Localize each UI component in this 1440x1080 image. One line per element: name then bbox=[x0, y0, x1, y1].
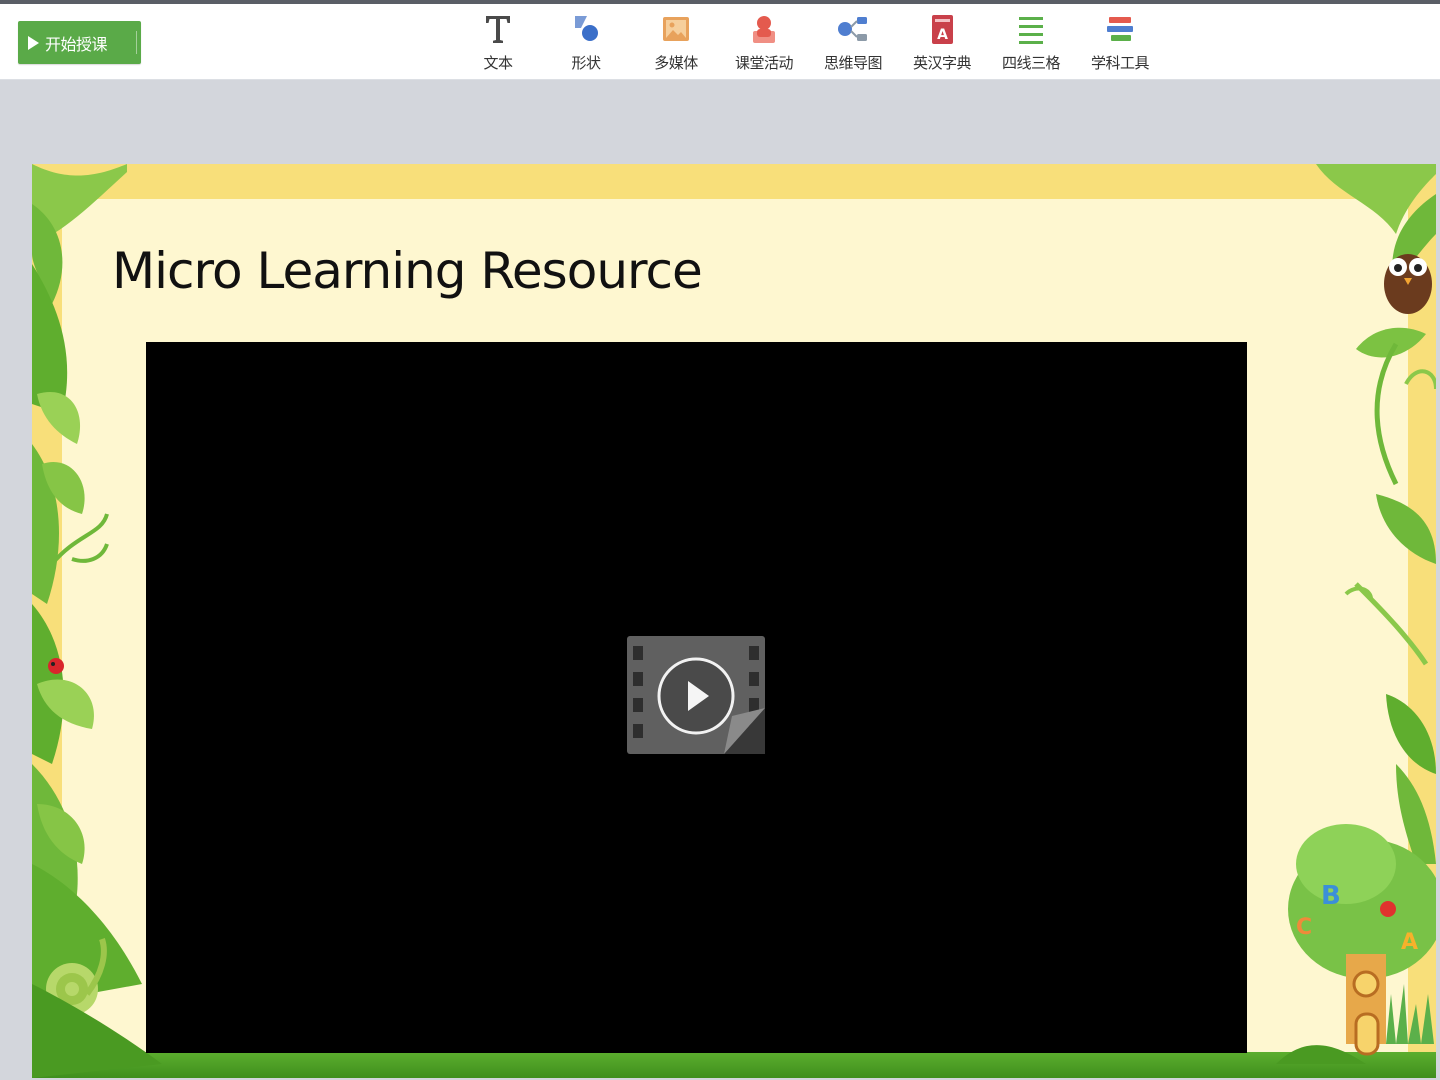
text-icon bbox=[481, 12, 515, 46]
svg-text:A: A bbox=[1401, 930, 1418, 955]
tool-label: 课堂活动 bbox=[734, 54, 794, 72]
video-play-icon[interactable] bbox=[627, 636, 765, 754]
dictionary-icon: A bbox=[925, 12, 959, 46]
shape-icon bbox=[569, 12, 603, 46]
tool-label: 四线三格 bbox=[1001, 54, 1061, 72]
tool-label: 思维导图 bbox=[823, 54, 883, 72]
mind-map-icon bbox=[836, 12, 870, 46]
multimedia-icon bbox=[659, 12, 693, 46]
tool-dictionary[interactable]: A 英汉字典 bbox=[902, 12, 982, 76]
button-separator bbox=[136, 31, 137, 54]
right-vine-decoration: B C A bbox=[1276, 164, 1436, 1064]
tool-label: 多媒体 bbox=[654, 54, 698, 72]
tool-four-line-grid[interactable]: 四线三格 bbox=[991, 12, 1071, 76]
svg-text:C: C bbox=[1296, 915, 1312, 940]
subject-tools-icon bbox=[1103, 12, 1137, 46]
left-vine-decoration bbox=[32, 164, 162, 1078]
toolbar: 开始授课 文本 形状 多媒体 课堂活动 思维导图 A 英汉字典 四线三格 学科工… bbox=[0, 4, 1440, 80]
slide-title[interactable]: Micro Learning Resource bbox=[112, 242, 703, 300]
start-teaching-label: 开始授课 bbox=[45, 34, 108, 54]
tool-multimedia[interactable]: 多媒体 bbox=[636, 12, 716, 76]
frame-border-bottom bbox=[32, 1052, 1436, 1078]
frame-border-top bbox=[32, 164, 1436, 199]
four-line-grid-icon bbox=[1014, 12, 1048, 46]
svg-text:A: A bbox=[937, 27, 948, 43]
svg-text:B: B bbox=[1321, 881, 1341, 911]
class-activity-icon bbox=[747, 12, 781, 46]
video-player[interactable] bbox=[146, 342, 1247, 1053]
start-teaching-button[interactable]: 开始授课 bbox=[18, 21, 150, 64]
tool-label: 英汉字典 bbox=[912, 54, 972, 72]
tool-class-activity[interactable]: 课堂活动 bbox=[724, 12, 804, 76]
tool-label: 形状 bbox=[571, 54, 601, 72]
tool-mind-map[interactable]: 思维导图 bbox=[813, 12, 893, 76]
tool-label: 学科工具 bbox=[1090, 54, 1150, 72]
tool-subject-tools[interactable]: 学科工具 bbox=[1080, 12, 1160, 76]
tool-label: 文本 bbox=[483, 54, 513, 72]
play-icon bbox=[28, 35, 39, 50]
slide-canvas[interactable]: B C A Micro Learning Resource bbox=[32, 164, 1436, 1078]
tool-shape[interactable]: 形状 bbox=[546, 12, 626, 76]
tool-text[interactable]: 文本 bbox=[458, 12, 538, 76]
dropdown-caret-icon[interactable] bbox=[144, 40, 150, 44]
